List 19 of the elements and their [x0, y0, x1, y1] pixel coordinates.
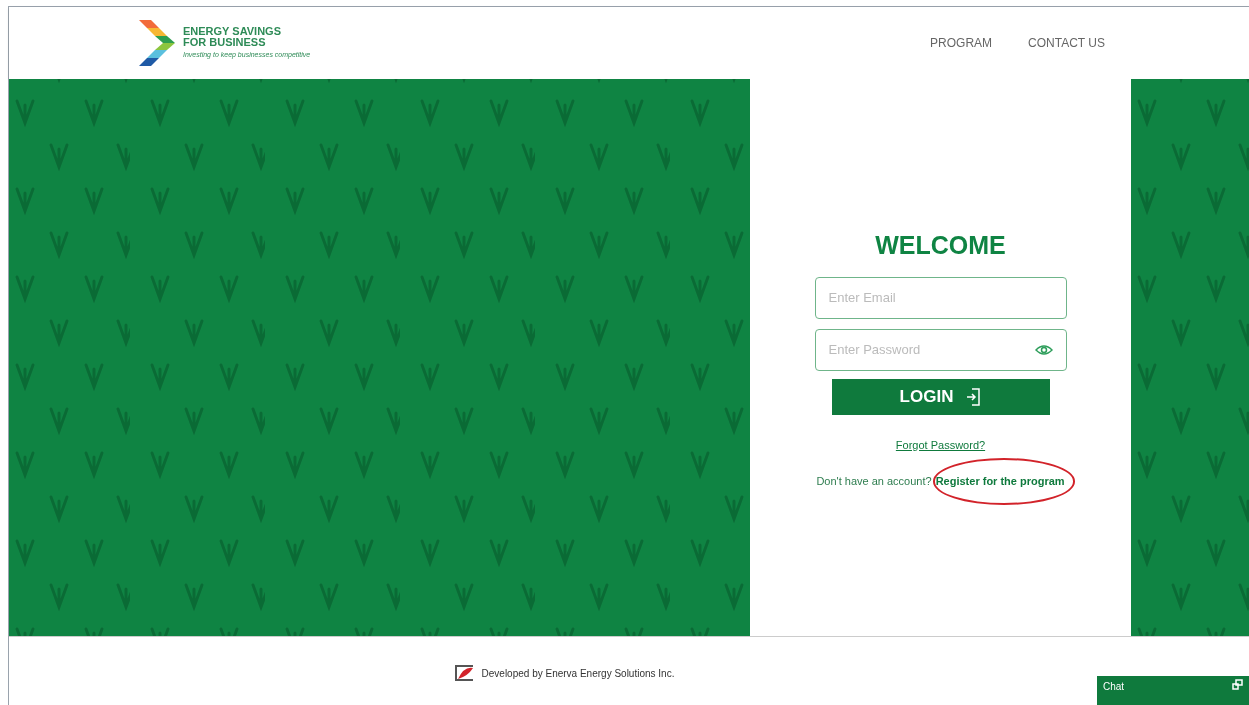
chat-label: Chat: [1103, 680, 1125, 694]
brand-name: ENERGY SAVINGS: [183, 25, 282, 37]
password-field[interactable]: Enter Password: [814, 328, 1067, 371]
chat-panel[interactable]: Chat: [1097, 676, 1249, 705]
company-logo-icon: [453, 664, 474, 682]
sign-in-icon: [965, 386, 982, 407]
eye-icon[interactable]: [1034, 343, 1053, 356]
register-prompt: Don't have an account?: [816, 474, 932, 489]
developer-credit: Developed by Enerva Energy Solutions Inc.: [481, 666, 675, 681]
forgot-password-link[interactable]: Forgot Password?: [895, 436, 986, 453]
nav-link[interactable]: PROGRAM: [930, 34, 993, 52]
login-button[interactable]: LOGIN: [831, 378, 1050, 415]
register-link[interactable]: Register for the program: [935, 475, 1065, 487]
nav-link[interactable]: CONTACT US: [1028, 34, 1105, 52]
welcome-heading: WELCOME: [875, 230, 1006, 261]
email-field[interactable]: Enter Email: [814, 276, 1067, 319]
popout-icon[interactable]: [1232, 679, 1243, 690]
brand-name: FOR BUSINESS: [183, 36, 267, 48]
logo-icon: [139, 20, 175, 66]
